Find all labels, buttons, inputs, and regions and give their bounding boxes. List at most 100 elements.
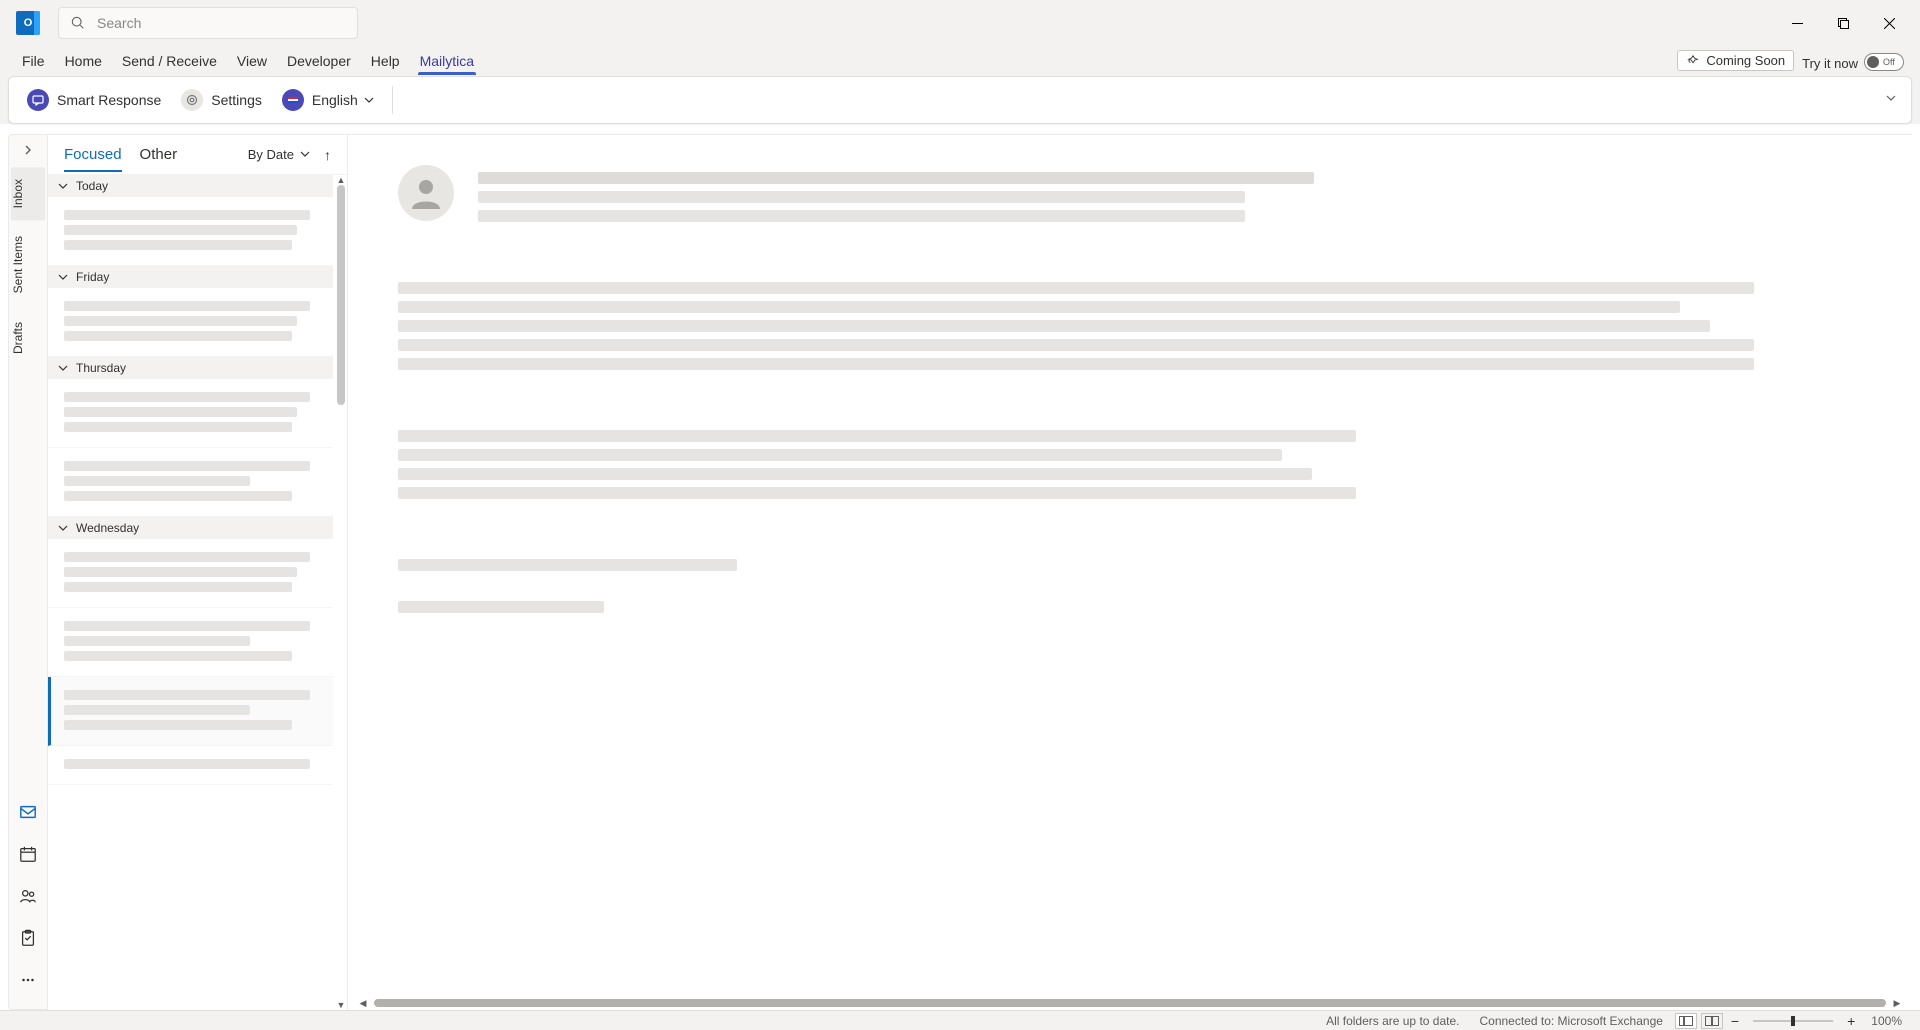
message-body-placeholder [398, 282, 1872, 370]
scroll-right-icon[interactable]: ▶ [1890, 996, 1904, 1010]
menu-developer[interactable]: Developer [277, 53, 361, 75]
sort-direction-icon[interactable]: ↑ [324, 147, 331, 163]
try-it-now-label: Try it now [1802, 56, 1858, 71]
ribbon-separator [392, 86, 393, 114]
sort-button[interactable]: By Date ↑ [248, 147, 331, 163]
group-header-wednesday[interactable]: Wednesday [48, 517, 333, 539]
menu-home[interactable]: Home [55, 53, 112, 75]
chevron-down-icon [300, 147, 310, 162]
skeleton-line [398, 559, 737, 571]
skeleton-line [478, 191, 1245, 203]
message-item[interactable] [48, 539, 333, 608]
menu-send-receive[interactable]: Send / Receive [112, 53, 227, 75]
message-item[interactable] [48, 197, 333, 266]
message-item-selected[interactable] [48, 677, 333, 746]
menu-help[interactable]: Help [361, 53, 410, 75]
message-list-header: Focused Other By Date ↑ [48, 135, 347, 175]
close-button[interactable] [1866, 0, 1912, 46]
settings-label: Settings [211, 92, 262, 108]
scroll-up-icon[interactable]: ▲ [335, 175, 347, 185]
coming-soon-toggle[interactable]: Off [1864, 53, 1904, 71]
group-header-friday[interactable]: Friday [48, 266, 333, 288]
settings-button[interactable]: Settings [173, 85, 270, 115]
nav-calendar-button[interactable] [12, 836, 44, 872]
ribbon-collapse-button[interactable] [1881, 87, 1901, 113]
language-label: English [312, 92, 358, 108]
more-icon [19, 971, 37, 989]
settings-icon [181, 89, 203, 111]
menu-mailytica[interactable]: Mailytica [410, 53, 484, 75]
skeleton-line [64, 705, 250, 715]
chevron-down-icon [58, 363, 68, 373]
tab-focused[interactable]: Focused [64, 138, 122, 171]
reading-pane-scrollbar[interactable]: ◀ ▶ [356, 996, 1904, 1010]
message-item[interactable] [48, 379, 333, 448]
folder-tab-sent-items[interactable]: Sent Items [11, 224, 45, 305]
message-item[interactable] [48, 746, 333, 785]
nav-more-button[interactable] [12, 962, 44, 998]
nav-people-button[interactable] [12, 878, 44, 914]
view-normal-button[interactable] [1675, 1013, 1697, 1029]
skeleton-line [398, 449, 1282, 461]
chevron-down-icon [58, 272, 68, 282]
sparkle-icon [1686, 54, 1700, 68]
zoom-slider[interactable] [1753, 1020, 1833, 1022]
skeleton-line [64, 491, 292, 501]
scroll-thumb[interactable] [374, 999, 1886, 1007]
person-icon [408, 175, 444, 211]
zoom-level[interactable]: 100% [1871, 1014, 1902, 1028]
message-item[interactable] [48, 608, 333, 677]
menu-view[interactable]: View [227, 53, 277, 75]
language-button[interactable]: English [274, 85, 382, 115]
group-header-today[interactable]: Today [48, 175, 333, 197]
smart-response-button[interactable]: Smart Response [19, 85, 169, 115]
tasks-icon [19, 929, 37, 947]
layout-icon [1705, 1016, 1719, 1026]
skeleton-line [64, 476, 250, 486]
message-body-placeholder [398, 559, 1872, 571]
skeleton-line [398, 301, 1680, 313]
skeleton-line [64, 636, 250, 646]
message-item[interactable] [48, 448, 333, 517]
skeleton-line [64, 240, 292, 250]
nav-mail-button[interactable] [12, 794, 44, 830]
group-header-thursday[interactable]: Thursday [48, 357, 333, 379]
message-list[interactable]: Today Friday Thursday [48, 175, 347, 1010]
skeleton-line [64, 331, 292, 341]
scroll-thumb[interactable] [337, 185, 345, 405]
nav-tasks-button[interactable] [12, 920, 44, 956]
coming-soon-button[interactable]: Coming Soon [1677, 50, 1794, 71]
view-reading-button[interactable] [1701, 1013, 1723, 1029]
zoom-out-button[interactable]: − [1725, 1013, 1745, 1029]
folder-tab-drafts[interactable]: Drafts [11, 310, 45, 366]
zoom-in-button[interactable]: + [1841, 1013, 1861, 1029]
calendar-icon [19, 845, 37, 863]
minimize-button[interactable] [1774, 0, 1820, 46]
workspace: Inbox Sent Items Drafts Focused Other By… [0, 124, 1920, 1010]
skeleton-line [398, 320, 1710, 332]
menu-file[interactable]: File [12, 53, 55, 75]
message-body-placeholder [398, 601, 1872, 613]
tab-other[interactable]: Other [140, 138, 178, 171]
chevron-down-icon [58, 523, 68, 533]
expand-folder-pane-button[interactable] [9, 135, 47, 165]
message-list-scrollbar[interactable]: ▲ ▼ [335, 175, 347, 1010]
status-sync: All folders are up to date. [1326, 1014, 1459, 1028]
skeleton-line [398, 487, 1356, 499]
skeleton-line [478, 210, 1245, 222]
zoom-slider-knob[interactable] [1791, 1016, 1795, 1026]
folder-tab-inbox[interactable]: Inbox [11, 167, 45, 220]
smart-response-label: Smart Response [57, 92, 161, 108]
skeleton-line [398, 358, 1754, 370]
scroll-down-icon[interactable]: ▼ [335, 1000, 347, 1010]
search-input[interactable]: Search [58, 7, 358, 39]
maximize-button[interactable] [1820, 0, 1866, 46]
message-body-placeholder [398, 430, 1872, 499]
mail-icon [19, 803, 37, 821]
skeleton-line [398, 339, 1754, 351]
message-item[interactable] [48, 288, 333, 357]
chevron-down-icon [364, 92, 374, 108]
skeleton-line [64, 316, 297, 326]
scroll-left-icon[interactable]: ◀ [356, 996, 370, 1010]
skeleton-line [64, 567, 297, 577]
